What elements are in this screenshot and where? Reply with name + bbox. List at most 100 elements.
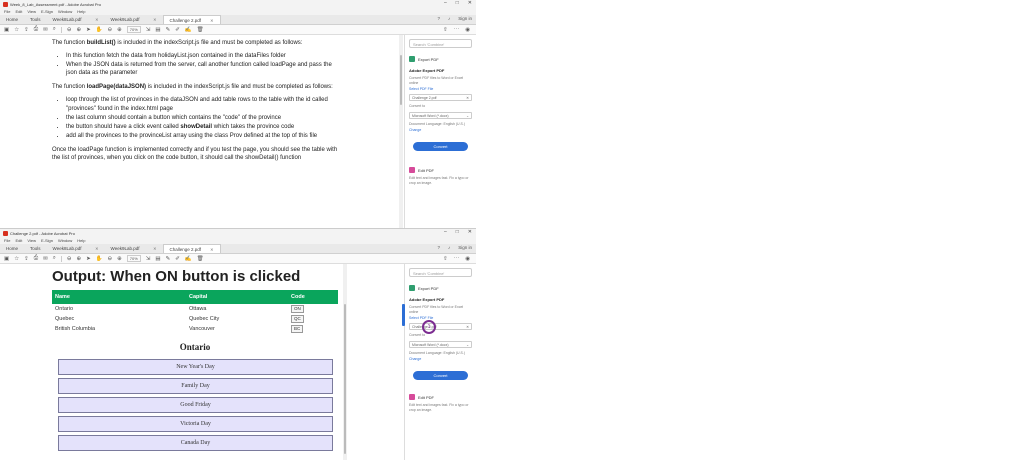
tab-doc-active[interactable]: Challenge 2.pdf ✕ (162, 15, 221, 24)
tab-home[interactable]: Home (0, 244, 24, 253)
fit-icon[interactable]: ⇲ (146, 256, 151, 262)
upload-icon[interactable]: ⇪ (24, 256, 29, 262)
more-icon[interactable]: ⋯ (454, 256, 460, 262)
menu-file[interactable]: File (4, 238, 10, 243)
format-select[interactable]: Microsoft Word (*.docx) ⌄ (409, 111, 472, 119)
menu-file[interactable]: File (4, 9, 10, 14)
export-pdf-header[interactable]: Export PDF (409, 56, 472, 62)
edit-pdf-header[interactable]: Edit PDF (409, 394, 472, 400)
minimize-icon[interactable]: – (444, 229, 447, 235)
star-icon[interactable]: ☆ (14, 256, 19, 262)
highlight-icon[interactable]: ✐ (175, 27, 180, 33)
menu-help[interactable]: Help (77, 9, 85, 14)
bell-icon[interactable]: ♪ (448, 16, 450, 21)
trash-icon[interactable]: 🗑 (197, 27, 204, 33)
print-icon[interactable]: ⎙ (34, 26, 38, 33)
sign-in-link[interactable]: Sign in (458, 16, 472, 21)
menu-edit[interactable]: Edit (15, 9, 22, 14)
tool-search-input[interactable]: Search 'Combine' (409, 268, 472, 277)
email-icon[interactable]: ✉ (43, 256, 48, 262)
search-icon[interactable]: ⌕ (53, 255, 56, 262)
file-select[interactable]: Challenge 2.pdf ✕ (409, 94, 472, 101)
convert-button[interactable]: Convert (413, 371, 468, 380)
tab-doc-active[interactable]: Challenge 2.pdf ✕ (162, 244, 221, 253)
pen-icon[interactable]: ✎ (166, 256, 171, 262)
tab-tools[interactable]: Tools (24, 244, 47, 253)
edit-pdf-header[interactable]: Edit PDF (409, 167, 472, 173)
profile-icon[interactable]: ◉ (465, 27, 470, 33)
close-icon[interactable]: ✕ (468, 229, 472, 235)
share-icon[interactable]: ⇧ (443, 27, 448, 33)
fit-icon[interactable]: ⇲ (146, 27, 151, 33)
zoom-out-icon[interactable]: ⊖ (108, 27, 113, 33)
bell-icon[interactable]: ♪ (448, 245, 450, 250)
next-page-icon[interactable]: ⊕ (76, 27, 81, 33)
menu-esign[interactable]: E-Sign (41, 238, 53, 243)
code-button-qc[interactable]: QC (291, 314, 304, 323)
tab-doc-2[interactable]: Week9Lab.pdf ✕ (105, 15, 163, 24)
sign-icon[interactable]: ✍ (185, 256, 192, 262)
star-icon[interactable]: ☆ (14, 27, 19, 33)
remove-icon[interactable]: ✕ (466, 325, 469, 329)
menu-view[interactable]: View (27, 238, 36, 243)
menu-esign[interactable]: E-Sign (41, 9, 53, 14)
help-icon[interactable]: ? (437, 16, 440, 21)
document-scrollbar[interactable] (343, 264, 347, 460)
tool-search-input[interactable]: Search 'Combine' (409, 39, 472, 48)
help-icon[interactable]: ? (437, 245, 440, 250)
trash-icon[interactable]: 🗑 (197, 256, 204, 262)
export-pdf-header[interactable]: Export PDF (409, 285, 472, 291)
zoom-select[interactable]: 70% (126, 255, 141, 262)
tab-doc-2[interactable]: Week9Lab.pdf ✕ (105, 244, 163, 253)
prev-page-icon[interactable]: ⊖ (67, 27, 72, 33)
zoom-select[interactable]: 70% (126, 26, 141, 33)
maximize-icon[interactable]: □ (456, 229, 459, 235)
email-icon[interactable]: ✉ (43, 27, 48, 33)
minimize-icon[interactable]: – (444, 0, 447, 6)
menu-window[interactable]: Window (58, 238, 72, 243)
close-icon[interactable]: ✕ (468, 0, 472, 6)
change-language-link[interactable]: Change (409, 357, 472, 361)
search-icon[interactable]: ⌕ (53, 26, 56, 33)
close-tab-icon[interactable]: ✕ (95, 17, 98, 22)
select-icon[interactable]: ➤ (86, 27, 91, 33)
zoom-out-icon[interactable]: ⊖ (108, 256, 113, 262)
tab-doc-1[interactable]: Week8Lab.pdf ✕ (47, 15, 105, 24)
sign-icon[interactable]: ✍ (185, 27, 192, 33)
tab-home[interactable]: Home (0, 15, 24, 24)
hand-icon[interactable]: ✋ (96, 27, 103, 33)
comment-icon[interactable]: ▤ (155, 256, 160, 262)
comment-icon[interactable]: ▤ (155, 27, 160, 33)
profile-icon[interactable]: ◉ (465, 256, 470, 262)
close-tab-icon[interactable]: ✕ (210, 247, 213, 252)
change-language-link[interactable]: Change (409, 128, 472, 132)
document-scrollbar[interactable] (399, 35, 403, 229)
print-icon[interactable]: ⎙ (34, 255, 38, 262)
next-page-icon[interactable]: ⊕ (76, 256, 81, 262)
format-select[interactable]: Microsoft Word (*.docx) ⌄ (409, 340, 472, 348)
code-button-on[interactable]: ON (291, 304, 304, 313)
tab-doc-1[interactable]: Week8Lab.pdf ✕ (47, 244, 105, 253)
close-tab-icon[interactable]: ✕ (153, 246, 156, 251)
code-button-bc[interactable]: BC (291, 324, 304, 333)
file-select[interactable]: Challenge 2.pdf ✕ (409, 323, 472, 330)
share-icon[interactable]: ⇧ (443, 256, 448, 262)
close-tab-icon[interactable]: ✕ (153, 17, 156, 22)
zoom-in-icon[interactable]: ⊕ (117, 256, 122, 262)
tab-tools[interactable]: Tools (24, 15, 47, 24)
convert-button[interactable]: Convert (413, 142, 468, 151)
close-tab-icon[interactable]: ✕ (95, 246, 98, 251)
save-icon[interactable]: ▣ (4, 256, 9, 262)
remove-icon[interactable]: ✕ (466, 96, 469, 100)
maximize-icon[interactable]: □ (456, 0, 459, 6)
prev-page-icon[interactable]: ⊖ (67, 256, 72, 262)
pen-icon[interactable]: ✎ (166, 27, 171, 33)
select-icon[interactable]: ➤ (86, 256, 91, 262)
upload-icon[interactable]: ⇪ (24, 27, 29, 33)
zoom-in-icon[interactable]: ⊕ (117, 27, 122, 33)
close-tab-icon[interactable]: ✕ (210, 18, 213, 23)
highlight-icon[interactable]: ✐ (175, 256, 180, 262)
hand-icon[interactable]: ✋ (96, 256, 103, 262)
menu-edit[interactable]: Edit (15, 238, 22, 243)
menu-window[interactable]: Window (58, 9, 72, 14)
